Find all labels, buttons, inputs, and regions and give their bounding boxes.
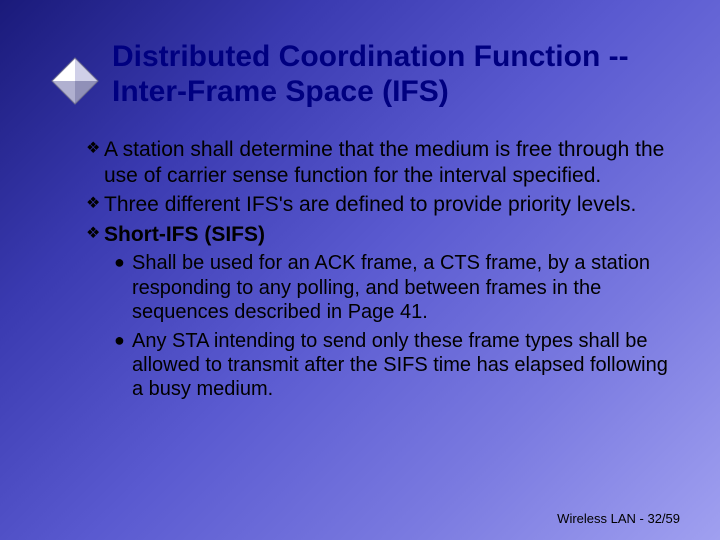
bullet-item: ❖ A station shall determine that the med…: [86, 137, 670, 188]
dot-bullet-icon: ●: [114, 251, 132, 324]
diamond-bullet-icon: ❖: [86, 222, 104, 248]
slide-title: Distributed Coordination Function -- Int…: [112, 40, 670, 109]
sub-bullet-item: ● Any STA intending to send only these f…: [114, 329, 670, 402]
diamond-icon: [50, 56, 100, 106]
sub-bullet-group: ● Shall be used for an ACK frame, a CTS …: [114, 251, 670, 401]
sub-bullet-text: Shall be used for an ACK frame, a CTS fr…: [132, 251, 670, 324]
content-area: ❖ A station shall determine that the med…: [86, 137, 670, 402]
diamond-bullet-icon: ❖: [86, 192, 104, 218]
bullet-text: Short-IFS (SIFS): [104, 222, 670, 248]
title-row: Distributed Coordination Function -- Int…: [50, 40, 670, 109]
bullet-text: A station shall determine that the mediu…: [104, 137, 670, 188]
sub-bullet-item: ● Shall be used for an ACK frame, a CTS …: [114, 251, 670, 324]
diamond-bullet-icon: ❖: [86, 137, 104, 188]
bullet-text: Three different IFS's are defined to pro…: [104, 192, 670, 218]
bullet-item: ❖ Short-IFS (SIFS): [86, 222, 670, 248]
slide-footer: Wireless LAN - 32/59: [557, 511, 680, 526]
slide: Distributed Coordination Function -- Int…: [0, 0, 720, 540]
sub-bullet-text: Any STA intending to send only these fra…: [132, 329, 670, 402]
bullet-item: ❖ Three different IFS's are defined to p…: [86, 192, 670, 218]
dot-bullet-icon: ●: [114, 329, 132, 402]
